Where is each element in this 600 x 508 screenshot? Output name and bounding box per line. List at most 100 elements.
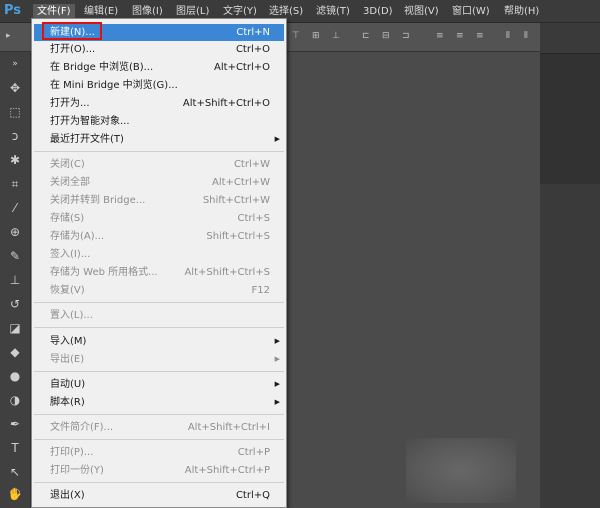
menu-item-shortcut: Ctrl+Q — [235, 490, 270, 501]
distribute-left-icon[interactable]: ⫴ — [506, 31, 516, 41]
menu-type[interactable]: 文字(Y) — [219, 4, 261, 19]
move-tool-preset-icon[interactable]: ▸ — [6, 31, 16, 41]
submenu-arrow-icon: ▶ — [274, 355, 280, 363]
distribute-right-icon[interactable]: ⫴ — [524, 31, 534, 41]
menu-help[interactable]: 帮助(H) — [500, 4, 543, 19]
menu-item-shortcut: Ctrl+W — [233, 159, 270, 170]
blur-tool-icon[interactable]: ● — [6, 368, 24, 384]
menu-item-close[interactable]: 关闭(C) Ctrl+W — [34, 156, 284, 173]
menu-item-file-info[interactable]: 文件简介(F)... Alt+Shift+Ctrl+I — [34, 419, 284, 436]
menu-edit[interactable]: 编辑(E) — [80, 4, 122, 19]
menu-image[interactable]: 图像(I) — [128, 4, 167, 19]
menu-item-label: 导入(M) — [50, 336, 87, 347]
menu-item-close-go-bridge[interactable]: 关闭并转到 Bridge... Shift+Ctrl+W — [34, 192, 284, 209]
menu-item-close-all[interactable]: 关闭全部 Alt+Ctrl+W — [34, 174, 284, 191]
menu-file[interactable]: 文件(F) — [33, 4, 75, 19]
menu-item-open-recent[interactable]: 最近打开文件(T) ▶ — [34, 131, 284, 148]
align-right-icon[interactable]: ⊐ — [402, 31, 412, 41]
menu-item-shortcut: Alt+Ctrl+W — [212, 177, 270, 188]
path-selection-tool-icon[interactable]: ↖ — [6, 464, 24, 480]
menu-item-scripts[interactable]: 脚本(R) ▶ — [34, 394, 284, 411]
menu-item-shortcut: Ctrl+P — [237, 447, 270, 458]
menu-item-browse-bridge[interactable]: 在 Bridge 中浏览(B)... Alt+Ctrl+O — [34, 59, 284, 76]
distribute-vcenter-icon[interactable]: ≡ — [456, 31, 466, 41]
align-left-icon[interactable]: ⊏ — [362, 31, 372, 41]
menu-item-shortcut: Alt+Shift+Ctrl+O — [182, 98, 270, 109]
menu-item-label: 文件简介(F)... — [50, 422, 114, 433]
menu-item-print[interactable]: 打印(P)... Ctrl+P — [34, 444, 284, 461]
align-hcenter-icon[interactable]: ⊟ — [382, 31, 392, 41]
menu-filter[interactable]: 滤镜(T) — [312, 4, 354, 19]
align-top-icon[interactable]: ⊤ — [292, 31, 302, 41]
menu-item-save-for-web[interactable]: 存储为 Web 所用格式... Alt+Shift+Ctrl+S — [34, 264, 284, 281]
menu-view[interactable]: 视图(V) — [400, 4, 443, 19]
magic-wand-tool-icon[interactable]: ✱ — [6, 152, 24, 168]
menu-item-label: 脚本(R) — [50, 397, 85, 408]
align-vcenter-icon[interactable]: ⊞ — [312, 31, 322, 41]
menu-item-label: 关闭全部 — [50, 177, 90, 188]
menu-item-import[interactable]: 导入(M) ▶ — [34, 333, 284, 350]
menu-item-shortcut: Alt+Ctrl+O — [214, 62, 270, 73]
menu-item-shortcut: Ctrl+S — [237, 213, 270, 224]
align-bottom-icon[interactable]: ⊥ — [332, 31, 342, 41]
collapse-tools-icon[interactable]: » — [6, 56, 24, 72]
crop-tool-icon[interactable]: ⌗ — [6, 176, 24, 192]
dodge-tool-icon[interactable]: ◑ — [6, 392, 24, 408]
menu-item-check-in[interactable]: 签入(I)... — [34, 246, 284, 263]
menu-3d[interactable]: 3D(D) — [359, 4, 397, 19]
lasso-tool-icon[interactable]: ↄ — [6, 128, 24, 144]
menu-item-save[interactable]: 存储(S) Ctrl+S — [34, 210, 284, 227]
menu-item-automate[interactable]: 自动(U) ▶ — [34, 376, 284, 393]
clone-stamp-tool-icon[interactable]: ⊥ — [6, 272, 24, 288]
menu-item-print-one-copy[interactable]: 打印一份(Y) Alt+Shift+Ctrl+P — [34, 462, 284, 479]
submenu-arrow-icon: ▶ — [274, 398, 280, 406]
file-menu-dropdown: 新建(N)... Ctrl+N 打开(O)... Ctrl+O 在 Bridge… — [31, 18, 287, 508]
annotation-highlight-box — [42, 22, 102, 40]
eraser-tool-icon[interactable]: ◪ — [6, 320, 24, 336]
menu-item-browse-mini-bridge[interactable]: 在 Mini Bridge 中浏览(G)... — [34, 77, 284, 94]
menu-item-label: 打印(P)... — [50, 447, 94, 458]
menu-item-revert[interactable]: 恢复(V) F12 — [34, 282, 284, 299]
eyedropper-tool-icon[interactable]: ⁄ — [6, 200, 24, 216]
menu-item-place[interactable]: 置入(L)... — [34, 307, 284, 324]
hand-tool-icon[interactable]: ✋ — [6, 486, 24, 502]
type-tool-icon[interactable]: T — [6, 440, 24, 456]
menu-item-exit[interactable]: 退出(X) Ctrl+Q — [34, 487, 284, 504]
menu-item-label: 关闭(C) — [50, 159, 85, 170]
distribute-bottom-icon[interactable]: ≡ — [476, 31, 486, 41]
paint-bucket-tool-icon[interactable]: ◆ — [6, 344, 24, 360]
submenu-arrow-icon: ▶ — [274, 337, 280, 345]
menu-separator — [34, 482, 284, 483]
menu-item-label: 关闭并转到 Bridge... — [50, 195, 146, 206]
menu-item-open[interactable]: 打开(O)... Ctrl+O — [34, 41, 284, 58]
menu-item-label: 存储为 Web 所用格式... — [50, 267, 158, 278]
menu-item-shortcut: Shift+Ctrl+W — [202, 195, 270, 206]
right-panel-tab[interactable] — [540, 53, 600, 184]
marquee-tool-icon[interactable]: ⬚ — [6, 104, 24, 120]
move-tool-icon[interactable]: ✥ — [6, 80, 24, 96]
menu-item-label: 退出(X) — [50, 490, 85, 501]
menu-item-label: 打印一份(Y) — [50, 465, 104, 476]
pen-tool-icon[interactable]: ✒ — [6, 416, 24, 432]
healing-brush-tool-icon[interactable]: ⊕ — [6, 224, 24, 240]
menu-item-shortcut: F12 — [251, 285, 270, 296]
menu-window[interactable]: 窗口(W) — [448, 4, 494, 19]
menu-separator — [34, 302, 284, 303]
menu-select[interactable]: 选择(S) — [265, 4, 307, 19]
menu-item-shortcut: Ctrl+O — [235, 44, 270, 55]
menu-item-label: 打开(O)... — [50, 44, 96, 55]
menu-item-label: 导出(E) — [50, 354, 85, 365]
brush-tool-icon[interactable]: ✎ — [6, 248, 24, 264]
menu-separator — [34, 439, 284, 440]
photoshop-logo: Ps — [4, 3, 22, 18]
menu-separator — [34, 371, 284, 372]
menu-item-save-as[interactable]: 存储为(A)... Shift+Ctrl+S — [34, 228, 284, 245]
menu-layer[interactable]: 图层(L) — [172, 4, 213, 19]
distribute-top-icon[interactable]: ≡ — [436, 31, 446, 41]
history-brush-tool-icon[interactable]: ↺ — [6, 296, 24, 312]
tools-panel: » ✥ ⬚ ↄ ✱ ⌗ ⁄ ⊕ ✎ ⊥ ↺ ◪ ◆ ● ◑ ✒ T ↖ ⬭ ✋ — [0, 52, 31, 508]
menu-item-export[interactable]: 导出(E) ▶ — [34, 351, 284, 368]
menu-item-label: 打开为智能对象... — [50, 116, 130, 127]
menu-item-open-as[interactable]: 打开为... Alt+Shift+Ctrl+O — [34, 95, 284, 112]
menu-item-open-smart-object[interactable]: 打开为智能对象... — [34, 113, 284, 130]
